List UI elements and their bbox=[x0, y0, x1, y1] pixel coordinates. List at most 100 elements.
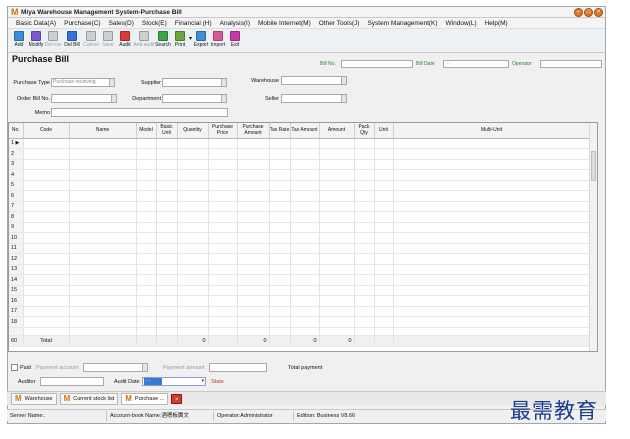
table-cell[interactable] bbox=[237, 295, 270, 307]
table-cell[interactable] bbox=[290, 169, 320, 181]
table-cell[interactable] bbox=[237, 274, 270, 286]
table-row[interactable]: 11 bbox=[9, 243, 591, 254]
table-cell[interactable] bbox=[23, 274, 70, 286]
table-cell[interactable] bbox=[354, 211, 375, 223]
toolbar-modify-button[interactable]: Modify bbox=[28, 29, 44, 48]
table-cell[interactable] bbox=[177, 264, 209, 275]
table-cell[interactable] bbox=[354, 159, 375, 170]
table-cell[interactable] bbox=[319, 264, 355, 275]
table-cell[interactable] bbox=[374, 285, 394, 296]
table-cell[interactable] bbox=[156, 138, 178, 149]
purchase-type-select[interactable]: Purchase receiving bbox=[51, 78, 115, 87]
table-cell[interactable] bbox=[290, 306, 320, 317]
table-cell[interactable] bbox=[290, 264, 320, 275]
table-cell[interactable] bbox=[290, 295, 320, 307]
table-cell[interactable] bbox=[23, 211, 70, 223]
table-cell[interactable] bbox=[69, 148, 137, 160]
table-cell[interactable] bbox=[156, 159, 178, 170]
table-cell[interactable] bbox=[374, 306, 394, 317]
menu-analysis[interactable]: Analysis(I) bbox=[212, 20, 250, 27]
table-cell[interactable] bbox=[354, 316, 375, 328]
table-cell[interactable] bbox=[156, 211, 178, 223]
chevron-down-icon[interactable] bbox=[341, 77, 346, 84]
table-cell[interactable] bbox=[237, 201, 270, 212]
column-header[interactable]: Code bbox=[23, 123, 70, 139]
bill-no-input[interactable] bbox=[341, 60, 413, 68]
table-cell[interactable] bbox=[319, 316, 355, 328]
table-cell[interactable] bbox=[69, 169, 137, 181]
table-cell[interactable] bbox=[23, 159, 70, 170]
table-row[interactable]: 9 bbox=[9, 222, 591, 233]
table-cell[interactable] bbox=[69, 180, 137, 191]
maximize-icon[interactable]: □ bbox=[584, 7, 593, 17]
table-cell[interactable] bbox=[23, 285, 70, 296]
table-cell[interactable] bbox=[354, 274, 375, 286]
table-cell[interactable] bbox=[156, 180, 178, 191]
table-row[interactable]: 13 bbox=[9, 264, 591, 275]
column-header[interactable]: Name bbox=[69, 123, 137, 139]
table-cell[interactable] bbox=[354, 253, 375, 265]
table-cell[interactable] bbox=[319, 232, 355, 244]
vertical-scrollbar[interactable] bbox=[589, 123, 597, 351]
table-cell[interactable] bbox=[69, 316, 137, 328]
table-cell[interactable] bbox=[290, 138, 320, 149]
table-cell[interactable] bbox=[208, 190, 238, 202]
table-cell[interactable] bbox=[69, 222, 137, 233]
order-bill-input[interactable] bbox=[51, 94, 117, 103]
table-cell[interactable] bbox=[319, 148, 355, 160]
table-cell[interactable] bbox=[290, 148, 320, 160]
table-cell[interactable] bbox=[177, 232, 209, 244]
table-cell[interactable] bbox=[354, 190, 375, 202]
table-cell[interactable] bbox=[290, 201, 320, 212]
payment-amount-input[interactable] bbox=[209, 363, 267, 372]
table-cell[interactable] bbox=[69, 285, 137, 296]
table-cell[interactable] bbox=[23, 295, 70, 307]
table-cell[interactable] bbox=[136, 306, 157, 317]
table-cell[interactable] bbox=[237, 169, 270, 181]
table-cell[interactable] bbox=[269, 201, 291, 212]
table-cell[interactable] bbox=[374, 190, 394, 202]
table-cell[interactable] bbox=[23, 190, 70, 202]
table-cell[interactable] bbox=[23, 169, 70, 181]
chevron-down-icon[interactable] bbox=[142, 364, 147, 371]
table-cell[interactable] bbox=[208, 159, 238, 170]
table-cell[interactable] bbox=[374, 264, 394, 275]
table-cell[interactable] bbox=[156, 285, 178, 296]
column-header[interactable]: Unit bbox=[374, 123, 394, 139]
table-cell[interactable] bbox=[237, 211, 270, 223]
table-cell[interactable] bbox=[393, 232, 591, 244]
payment-account-input[interactable] bbox=[83, 363, 148, 372]
column-header[interactable]: Purchase Price bbox=[208, 123, 238, 139]
table-cell[interactable] bbox=[177, 148, 209, 160]
menu-financial[interactable]: Financial (H) bbox=[167, 20, 212, 27]
table-cell[interactable] bbox=[69, 190, 137, 202]
table-cell[interactable] bbox=[269, 285, 291, 296]
table-cell[interactable] bbox=[208, 285, 238, 296]
table-cell[interactable] bbox=[354, 169, 375, 181]
table-cell[interactable] bbox=[319, 201, 355, 212]
table-cell[interactable] bbox=[177, 295, 209, 307]
table-cell[interactable] bbox=[393, 274, 591, 286]
table-cell[interactable] bbox=[156, 274, 178, 286]
table-cell[interactable] bbox=[393, 243, 591, 254]
table-cell[interactable] bbox=[136, 148, 157, 160]
table-cell[interactable] bbox=[136, 316, 157, 328]
table-cell[interactable] bbox=[23, 243, 70, 254]
table-cell[interactable] bbox=[156, 148, 178, 160]
chevron-down-icon[interactable] bbox=[111, 95, 116, 102]
table-cell[interactable] bbox=[393, 285, 591, 296]
table-cell[interactable] bbox=[290, 274, 320, 286]
table-row[interactable]: 12 bbox=[9, 253, 591, 265]
table-cell[interactable] bbox=[136, 169, 157, 181]
table-cell[interactable] bbox=[319, 285, 355, 296]
table-cell[interactable] bbox=[136, 211, 157, 223]
table-cell[interactable] bbox=[23, 316, 70, 328]
table-cell[interactable] bbox=[374, 148, 394, 160]
table-cell[interactable] bbox=[319, 253, 355, 265]
table-cell[interactable] bbox=[208, 169, 238, 181]
taskbar-tab-purchase[interactable]: M Purchase ... bbox=[121, 392, 169, 405]
table-cell[interactable] bbox=[136, 253, 157, 265]
table-cell[interactable] bbox=[237, 222, 270, 233]
table-cell[interactable] bbox=[237, 232, 270, 244]
table-cell[interactable] bbox=[208, 232, 238, 244]
